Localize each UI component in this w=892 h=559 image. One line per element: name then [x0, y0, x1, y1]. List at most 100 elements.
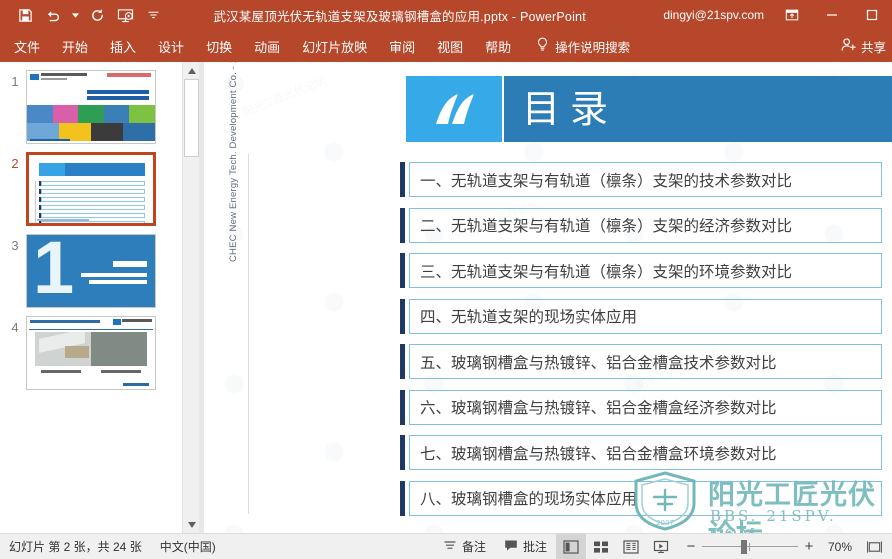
slide-thumbnail-1[interactable]: [26, 70, 156, 144]
tell-me-search[interactable]: 操作说明搜索: [530, 30, 636, 62]
slide-thumbnail-2[interactable]: [26, 152, 156, 226]
tab-home[interactable]: 开始: [51, 30, 99, 62]
thumb1-company-sub: [41, 78, 67, 80]
tab-animations[interactable]: 动画: [243, 30, 291, 62]
toc-box[interactable]: 四、无轨道支架的现场实体应用: [409, 298, 882, 334]
scroll-up-arrow-icon[interactable]: [183, 62, 200, 79]
thumb4-footer: [123, 383, 149, 386]
toc-item[interactable]: 六、玻璃钢槽盒与热镀锌、铝合金槽盒经济参数对比: [400, 389, 882, 425]
toc-tick-icon: [400, 253, 405, 288]
tab-file[interactable]: 文件: [0, 30, 51, 62]
fit-slide-to-window-button[interactable]: [860, 534, 888, 559]
status-bar: 幻灯片 第 2 张，共 24 张 中文(中国) 备注 批注 − + 70%: [0, 533, 892, 559]
notes-icon: [443, 539, 457, 555]
toc-box[interactable]: 七、玻璃钢槽盒与热镀锌、铝合金槽盒环境参数对比: [409, 435, 882, 470]
thumb1-logo-icon: [30, 74, 39, 80]
zoom-percentage[interactable]: 70%: [820, 540, 860, 554]
zoom-slider-track[interactable]: [702, 534, 798, 559]
ribbon-tab-bar: 文件 开始 插入 设计 切换 动画 幻灯片放映 审阅 视图 帮助 操作说明搜索 …: [0, 30, 892, 62]
toc-item-label: 八、玻璃钢槽盒的现场实体应用: [420, 490, 638, 508]
toc-item[interactable]: 三、无轨道支架与有轨道（檩条）支架的环境参数对比: [400, 253, 882, 288]
thumb3-big-number: 1: [33, 234, 75, 308]
toc-tick-icon: [400, 435, 405, 470]
toc-item[interactable]: 七、玻璃钢槽盒与热镀锌、铝合金槽盒环境参数对比: [400, 435, 882, 470]
thumb2-toc-line-4: [41, 205, 145, 210]
slide-side-rule: [248, 154, 249, 514]
thumb2-toc-line-6: [41, 221, 145, 223]
thumbnail-scrollbar[interactable]: [182, 62, 200, 533]
tab-design[interactable]: 设计: [147, 30, 195, 62]
zoom-in-button[interactable]: +: [798, 534, 820, 559]
thumb4-logo-icon: [113, 319, 121, 325]
start-presentation-button[interactable]: [112, 3, 138, 27]
person-add-icon: [841, 37, 857, 55]
toc-item-label: 二、无轨道支架与有轨道（檩条）支架的经济参数对比: [420, 217, 793, 235]
slide-thumbnail-3[interactable]: 1: [26, 234, 156, 308]
toc-tick-icon: [400, 207, 405, 243]
maximize-button[interactable]: [852, 0, 892, 30]
toc-item[interactable]: 八、玻璃钢槽盒的现场实体应用: [400, 480, 882, 516]
thumb2-toc-tick-6: [39, 221, 41, 223]
thumb4-divider: [29, 329, 153, 330]
thumb3-subtitle-line2: [89, 280, 147, 284]
tab-view[interactable]: 视图: [426, 30, 474, 62]
zoom-slider-thumb[interactable]: [741, 539, 747, 554]
slide-header[interactable]: 目录: [406, 76, 892, 142]
zoom-out-button[interactable]: −: [680, 534, 702, 559]
undo-button[interactable]: [40, 3, 66, 27]
scroll-down-arrow-icon[interactable]: [183, 516, 200, 533]
toc-box[interactable]: 三、无轨道支架与有轨道（檩条）支架的环境参数对比: [409, 253, 882, 288]
view-reading-button[interactable]: [616, 534, 646, 559]
tab-help[interactable]: 帮助: [474, 30, 522, 62]
comments-button[interactable]: 批注: [495, 534, 556, 559]
thumbnail-scrollbar-track[interactable]: [183, 79, 200, 516]
company-logo-icon: [406, 76, 502, 142]
view-slideshow-button[interactable]: [646, 534, 676, 559]
toc-box[interactable]: 六、玻璃钢槽盒与热镀锌、铝合金槽盒经济参数对比: [409, 389, 882, 425]
toc-item-label: 三、无轨道支架与有轨道（檩条）支架的环境参数对比: [420, 262, 793, 281]
toc-box[interactable]: 一、无轨道支架与有轨道（檩条）支架的技术参数对比: [409, 162, 882, 197]
thumb1-title-line1: [87, 90, 149, 94]
thumb2-toc-line-2: [41, 189, 145, 194]
current-slide[interactable]: 阳光工匠光伏论坛 阳光工匠光伏论坛 阳光工匠光伏论坛 CHEC New Ener…: [204, 62, 892, 533]
tab-review[interactable]: 审阅: [378, 30, 426, 62]
toc-box[interactable]: 二、无轨道支架与有轨道（檩条）支架的经济参数对比: [409, 207, 882, 243]
thumb3-part-label: [113, 261, 147, 267]
toc-tick-icon: [400, 162, 405, 197]
toc-box[interactable]: 五、玻璃钢槽盒与热镀锌、铝合金槽盒技术参数对比: [409, 344, 882, 379]
toc-item[interactable]: 二、无轨道支架与有轨道（檩条）支架的经济参数对比: [400, 207, 882, 243]
toc-item[interactable]: 一、无轨道支架与有轨道（檩条）支架的技术参数对比: [400, 162, 882, 197]
slide-count-status[interactable]: 幻灯片 第 2 张，共 24 张: [0, 534, 151, 559]
thumb2-side-rule: [35, 181, 36, 223]
slide-editing-area[interactable]: 阳光工匠光伏论坛 阳光工匠光伏论坛 阳光工匠光伏论坛 CHEC New Ener…: [204, 62, 892, 533]
notes-button[interactable]: 备注: [434, 534, 495, 559]
toc-item[interactable]: 五、玻璃钢槽盒与热镀锌、铝合金槽盒技术参数对比: [400, 344, 882, 379]
toc-box[interactable]: 八、玻璃钢槽盒的现场实体应用: [409, 480, 882, 516]
thumb2-toc-tick-4: [39, 205, 41, 210]
slide-thumbnail-4[interactable]: [26, 316, 156, 390]
tab-slideshow[interactable]: 幻灯片放映: [291, 30, 378, 62]
account-name[interactable]: dingyi@21spv.com: [663, 8, 772, 22]
tab-insert[interactable]: 插入: [99, 30, 147, 62]
toc-item-label: 七、玻璃钢槽盒与热镀锌、铝合金槽盒环境参数对比: [420, 444, 777, 463]
view-slide-sorter-button[interactable]: [586, 534, 616, 559]
save-button[interactable]: [12, 3, 38, 27]
thumbnail-scrollbar-thumb[interactable]: [184, 79, 199, 157]
minimize-button[interactable]: [812, 0, 852, 30]
tab-transitions[interactable]: 切换: [195, 30, 243, 62]
language-status[interactable]: 中文(中国): [151, 534, 225, 559]
redo-button[interactable]: [84, 3, 110, 27]
thumb4-caption-1: [41, 370, 81, 373]
ribbon-display-options-button[interactable]: [772, 0, 812, 30]
slide-thumbnail-pane[interactable]: 1 2 3 1 4: [0, 62, 182, 533]
thumb1-footer: [30, 139, 70, 141]
thumb1-title-line2: [87, 96, 149, 100]
thumbnail-row-3: 3 1: [0, 226, 182, 308]
toc-item[interactable]: 四、无轨道支架的现场实体应用: [400, 298, 882, 334]
thumbnail-row-4: 4: [0, 308, 182, 390]
share-button[interactable]: 共享: [841, 30, 892, 62]
thumb2-footer: [37, 219, 89, 221]
view-normal-button[interactable]: [556, 533, 586, 559]
zoom-slider-midpoint: [749, 542, 750, 551]
undo-dropdown-icon[interactable]: [68, 3, 82, 27]
